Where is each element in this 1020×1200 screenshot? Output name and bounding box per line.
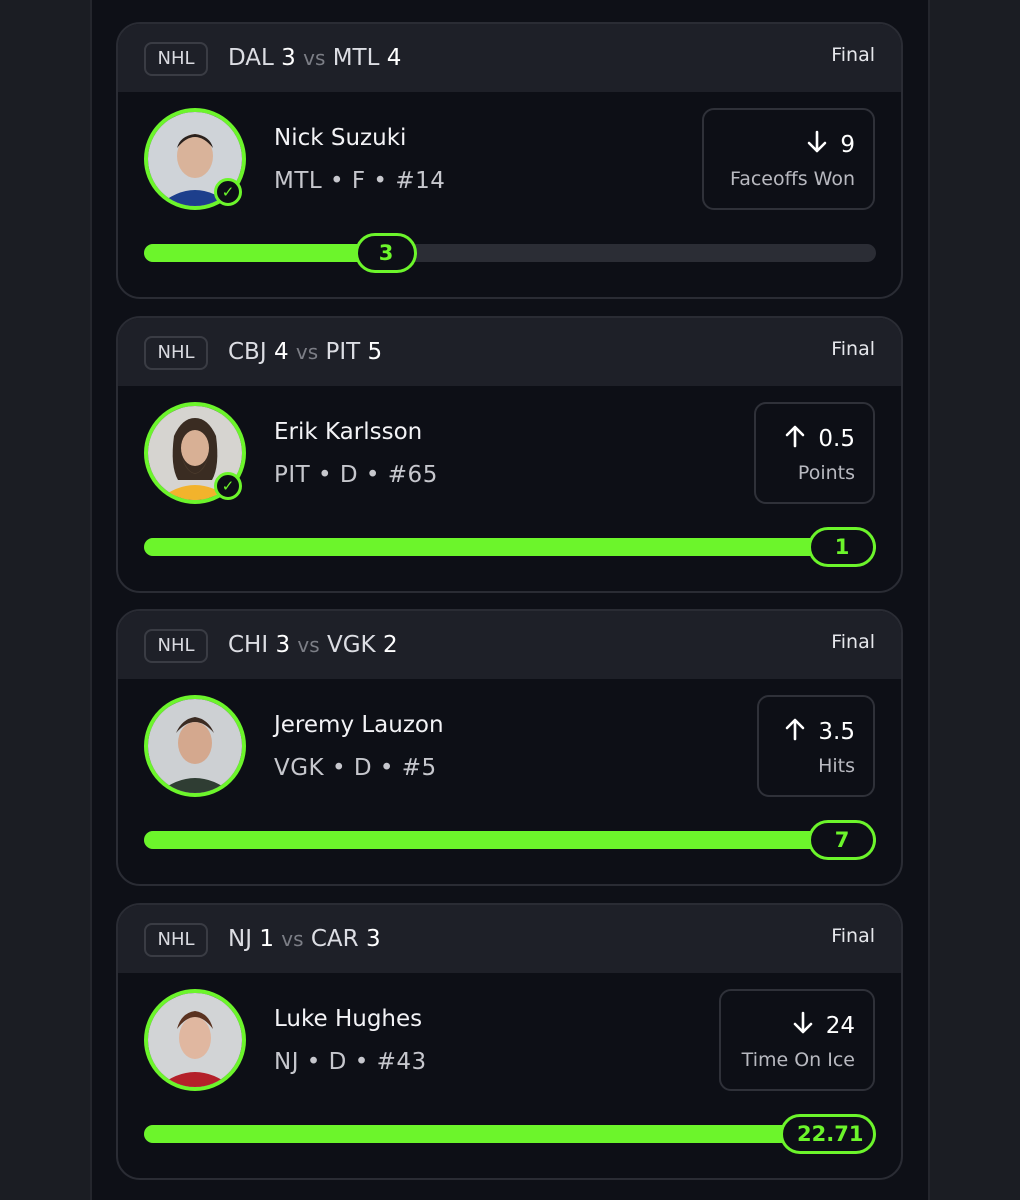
- arrow-up-icon: [784, 717, 806, 747]
- arrow-down-icon: [806, 130, 828, 160]
- vs-label: vs: [297, 633, 320, 657]
- player-name[interactable]: Luke Hughes: [274, 1006, 422, 1032]
- player-meta: MTL • F • #14: [274, 168, 446, 194]
- result-pill: 1: [808, 527, 876, 567]
- league-badge: NHL: [144, 923, 208, 957]
- progress-fill: [144, 1125, 844, 1143]
- card-header: NHL CBJ 4 vs PIT 5 Final: [118, 318, 901, 386]
- card-body: Luke Hughes NJ • D • #43 24 Time On Ice …: [118, 973, 901, 1178]
- away-team: NJ: [228, 926, 252, 952]
- player-meta: VGK • D • #5: [274, 755, 437, 781]
- league-badge: NHL: [144, 629, 208, 663]
- league-badge: NHL: [144, 42, 208, 76]
- pick-card[interactable]: NHL CHI 3 vs VGK 2 Final Jeremy Lauzon V…: [116, 609, 903, 886]
- stat-label: Hits: [818, 755, 855, 777]
- away-team: DAL: [228, 45, 274, 71]
- away-team: CBJ: [228, 339, 267, 365]
- game-status: Final: [831, 44, 875, 66]
- progress-bar: 1: [144, 527, 876, 567]
- home-score: 3: [365, 926, 381, 952]
- progress-fill: [144, 538, 876, 556]
- progress-bar: 7: [144, 820, 876, 860]
- progress-fill: [144, 244, 387, 262]
- home-team: VGK: [326, 632, 376, 658]
- vs-label: vs: [295, 340, 319, 364]
- progress-fill: [144, 831, 876, 849]
- away-score: 1: [259, 926, 274, 952]
- progress-bar: 22.71: [144, 1114, 876, 1154]
- stat-label: Faceoffs Won: [730, 168, 855, 190]
- card-body: ✓ Nick Suzuki MTL • F • #14 9 Faceoffs W…: [118, 92, 901, 297]
- matchup: DAL 3 vs MTL 4: [228, 42, 401, 74]
- league-badge: NHL: [144, 336, 208, 370]
- home-team: PIT: [325, 339, 361, 365]
- pick-card[interactable]: NHL NJ 1 vs CAR 3 Final Luke Hughes NJ •…: [116, 903, 903, 1180]
- card-header: NHL NJ 1 vs CAR 3 Final: [118, 905, 901, 973]
- checkmark-icon: ✓: [214, 178, 242, 206]
- stat-label: Time On Ice: [741, 1049, 855, 1071]
- player-avatar[interactable]: [144, 989, 246, 1091]
- card-header: NHL DAL 3 vs MTL 4 Final: [118, 24, 901, 92]
- stat-line-box: 9 Faceoffs Won: [702, 108, 875, 210]
- card-header: NHL CHI 3 vs VGK 2 Final: [118, 611, 901, 679]
- away-team: CHI: [228, 632, 269, 658]
- result-pill: 22.71: [780, 1114, 876, 1154]
- away-score: 3: [281, 45, 296, 71]
- game-status: Final: [831, 925, 875, 947]
- matchup: NJ 1 vs CAR 3: [228, 923, 381, 955]
- stat-label: Points: [797, 462, 855, 484]
- player-meta: PIT • D • #65: [274, 462, 438, 488]
- player-name[interactable]: Nick Suzuki: [274, 125, 406, 151]
- arrow-up-icon: [784, 424, 806, 454]
- pick-card[interactable]: NHL DAL 3 vs MTL 4 Final ✓ Nick Suzuki M…: [116, 22, 903, 299]
- away-score: 4: [273, 339, 289, 365]
- line-value: 24: [825, 1013, 855, 1039]
- player-meta: NJ • D • #43: [274, 1049, 427, 1075]
- game-status: Final: [831, 338, 875, 360]
- player-name[interactable]: Erik Karlsson: [274, 419, 422, 445]
- home-score: 2: [382, 632, 398, 658]
- pick-card[interactable]: NHL CBJ 4 vs PIT 5 Final ✓ Erik Karlsson…: [116, 316, 903, 593]
- away-score: 3: [275, 632, 291, 658]
- result-pill: 3: [355, 233, 417, 273]
- home-team: CAR: [310, 926, 359, 952]
- arrow-down-icon: [792, 1011, 814, 1041]
- card-body: ✓ Erik Karlsson PIT • D • #65 0.5 Points…: [118, 386, 901, 591]
- vs-label: vs: [281, 927, 304, 951]
- stat-line-box: 24 Time On Ice: [719, 989, 875, 1091]
- result-pill: 7: [808, 820, 876, 860]
- player-avatar[interactable]: [144, 695, 246, 797]
- vs-label: vs: [303, 46, 326, 70]
- home-score: 4: [386, 45, 402, 71]
- game-status: Final: [831, 631, 875, 653]
- line-value: 9: [840, 132, 855, 158]
- stat-line-box: 3.5 Hits: [757, 695, 875, 797]
- home-team: MTL: [332, 45, 380, 71]
- matchup: CHI 3 vs VGK 2: [228, 629, 398, 661]
- player-name[interactable]: Jeremy Lauzon: [274, 712, 444, 738]
- line-value: 0.5: [818, 426, 855, 452]
- card-body: Jeremy Lauzon VGK • D • #5 3.5 Hits 7: [118, 679, 901, 884]
- home-score: 5: [367, 339, 383, 365]
- line-value: 3.5: [818, 719, 855, 745]
- checkmark-icon: ✓: [214, 472, 242, 500]
- progress-bar: 3: [144, 233, 876, 273]
- matchup: CBJ 4 vs PIT 5: [228, 336, 382, 368]
- stat-line-box: 0.5 Points: [754, 402, 875, 504]
